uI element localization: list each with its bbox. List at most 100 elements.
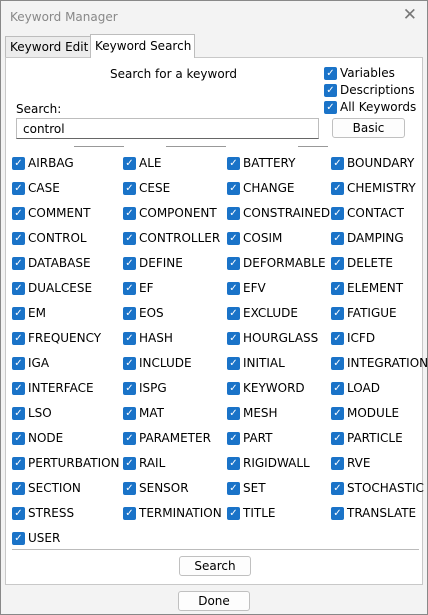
checkmark-icon: ✓	[12, 532, 25, 545]
checkmark-icon: ✓	[227, 207, 240, 220]
checkmark-icon: ✓	[331, 282, 344, 295]
divider	[12, 549, 419, 550]
keyword-checkbox-exclude[interactable]: ✓ EXCLUDE	[227, 305, 298, 321]
keyword-checkbox-damping[interactable]: ✓ DAMPING	[331, 230, 404, 246]
keyword-checkbox-stochastic[interactable]: ✓ STOCHASTIC	[331, 480, 424, 496]
keyword-checkbox-icfd[interactable]: ✓ ICFD	[331, 330, 375, 346]
keyword-checkbox-deformable[interactable]: ✓ DEFORMABLE	[227, 255, 326, 271]
checkmark-icon: ✓	[331, 157, 344, 170]
keyword-label: RIGIDWALL	[243, 456, 310, 470]
tab-keyword-edit[interactable]: Keyword Edit	[5, 36, 91, 57]
keyword-checkbox-node[interactable]: ✓ NODE	[12, 430, 63, 446]
keyword-label: RAIL	[139, 456, 166, 470]
keyword-checkbox-contact[interactable]: ✓ CONTACT	[331, 205, 404, 221]
keyword-checkbox-include[interactable]: ✓ INCLUDE	[123, 355, 192, 371]
keyword-checkbox-translate[interactable]: ✓ TRANSLATE	[331, 505, 416, 521]
keyword-checkbox-ale[interactable]: ✓ ALE	[123, 155, 161, 171]
keyword-label: BOUNDARY	[347, 156, 415, 170]
keyword-checkbox-frequency[interactable]: ✓ FREQUENCY	[12, 330, 101, 346]
keyword-checkbox-load[interactable]: ✓ LOAD	[331, 380, 380, 396]
keyword-checkbox-termination[interactable]: ✓ TERMINATION	[123, 505, 222, 521]
keyword-label: KEYWORD	[243, 381, 305, 395]
keyword-checkbox-ef[interactable]: ✓ EF	[123, 280, 153, 296]
keyword-checkbox-element[interactable]: ✓ ELEMENT	[331, 280, 403, 296]
keyword-checkbox-component[interactable]: ✓ COMPONENT	[123, 205, 217, 221]
keyword-checkbox-stress[interactable]: ✓ STRESS	[12, 505, 74, 521]
keyword-checkbox-battery[interactable]: ✓ BATTERY	[227, 155, 295, 171]
keyword-checkbox-hash[interactable]: ✓ HASH	[123, 330, 173, 346]
keyword-checkbox-rail[interactable]: ✓ RAIL	[123, 455, 165, 471]
checkmark-icon: ✓	[227, 432, 240, 445]
keyword-label: STRESS	[28, 506, 75, 520]
keyword-checkbox-set[interactable]: ✓ SET	[227, 480, 266, 496]
checkmark-icon: ✓	[12, 307, 25, 320]
basic-button[interactable]: Basic	[332, 118, 405, 138]
keyword-checkbox-integration[interactable]: ✓ INTEGRATION	[331, 355, 428, 371]
keyword-checkbox-parameter[interactable]: ✓ PARAMETER	[123, 430, 211, 446]
keyword-checkbox-interface[interactable]: ✓ INTERFACE	[12, 380, 94, 396]
checkmark-icon: ✓	[227, 507, 240, 520]
keyword-checkbox-eos[interactable]: ✓ EOS	[123, 305, 164, 321]
keyword-checkbox-lso[interactable]: ✓ LSO	[12, 405, 52, 421]
search-button[interactable]: Search	[179, 556, 251, 576]
keyword-checkbox-rve[interactable]: ✓ RVE	[331, 455, 370, 471]
keyword-checkbox-efv[interactable]: ✓ EFV	[227, 280, 266, 296]
keyword-label: MODULE	[347, 406, 400, 420]
keyword-checkbox-cosim[interactable]: ✓ COSIM	[227, 230, 282, 246]
keyword-checkbox-keyword[interactable]: ✓ KEYWORD	[227, 380, 305, 396]
keyword-label: SECTION	[28, 481, 81, 495]
keyword-checkbox-part[interactable]: ✓ PART	[227, 430, 272, 446]
checkmark-icon: ✓	[123, 507, 136, 520]
keyword-label: PERTURBATION	[28, 456, 120, 470]
keyword-checkbox-controller[interactable]: ✓ CONTROLLER	[123, 230, 220, 246]
keyword-label: EFV	[243, 281, 266, 295]
keyword-checkbox-delete[interactable]: ✓ DELETE	[331, 255, 393, 271]
keyword-checkbox-control[interactable]: ✓ CONTROL	[12, 230, 87, 246]
keyword-checkbox-ispg[interactable]: ✓ ISPG	[123, 380, 167, 396]
all-keywords-checkbox[interactable]: ✓ All Keywords	[324, 100, 416, 114]
keyword-checkbox-rigidwall[interactable]: ✓ RIGIDWALL	[227, 455, 310, 471]
keyword-label: RVE	[347, 456, 371, 470]
keyword-checkbox-change[interactable]: ✓ CHANGE	[227, 180, 294, 196]
keyword-checkbox-cese[interactable]: ✓ CESE	[123, 180, 170, 196]
keyword-checkbox-hourglass[interactable]: ✓ HOURGLASS	[227, 330, 318, 346]
keyword-checkbox-dualcese[interactable]: ✓ DUALCESE	[12, 280, 92, 296]
keyword-checkbox-airbag[interactable]: ✓ AIRBAG	[12, 155, 74, 171]
all-keywords-label: All Keywords	[340, 100, 417, 114]
checkmark-icon: ✓	[331, 232, 344, 245]
tab-keyword-search[interactable]: Keyword Search	[90, 34, 195, 58]
keyword-checkbox-fatigue[interactable]: ✓ FATIGUE	[331, 305, 397, 321]
descriptions-checkbox[interactable]: ✓ Descriptions	[324, 83, 415, 97]
keyword-checkbox-iga[interactable]: ✓ IGA	[12, 355, 49, 371]
keyword-label: DELETE	[347, 256, 394, 270]
keyword-checkbox-database[interactable]: ✓ DATABASE	[12, 255, 91, 271]
keyword-label: COSIM	[243, 231, 283, 245]
keyword-checkbox-initial[interactable]: ✓ INITIAL	[227, 355, 285, 371]
keyword-checkbox-boundary[interactable]: ✓ BOUNDARY	[331, 155, 414, 171]
keyword-checkbox-particle[interactable]: ✓ PARTICLE	[331, 430, 403, 446]
keyword-checkbox-define[interactable]: ✓ DEFINE	[123, 255, 183, 271]
keyword-checkbox-perturbation[interactable]: ✓ PERTURBATION	[12, 455, 120, 471]
keyword-checkbox-case[interactable]: ✓ CASE	[12, 180, 60, 196]
keyword-label: TRANSLATE	[347, 506, 417, 520]
keyword-checkbox-title[interactable]: ✓ TITLE	[227, 505, 275, 521]
keyword-checkbox-user[interactable]: ✓ USER	[12, 530, 60, 546]
keyword-checkbox-em[interactable]: ✓ EM	[12, 305, 46, 321]
keyword-checkbox-constrained[interactable]: ✓ CONSTRAINED	[227, 205, 330, 221]
keyword-checkbox-section[interactable]: ✓ SECTION	[12, 480, 81, 496]
checkmark-icon: ✓	[123, 157, 136, 170]
close-icon[interactable]: ✕	[403, 7, 417, 24]
keyword-checkbox-chemistry[interactable]: ✓ CHEMISTRY	[331, 180, 416, 196]
keyword-checkbox-comment[interactable]: ✓ COMMENT	[12, 205, 90, 221]
keyword-checkbox-mat[interactable]: ✓ MAT	[123, 405, 164, 421]
checkmark-icon: ✓	[123, 182, 136, 195]
keyword-checkbox-sensor[interactable]: ✓ SENSOR	[123, 480, 189, 496]
keyword-checkbox-mesh[interactable]: ✓ MESH	[227, 405, 278, 421]
checkmark-icon: ✓	[123, 382, 136, 395]
keyword-label: CHANGE	[243, 181, 295, 195]
keyword-checkbox-module[interactable]: ✓ MODULE	[331, 405, 399, 421]
search-input[interactable]	[16, 118, 319, 139]
variables-checkbox[interactable]: ✓ Variables	[324, 66, 395, 80]
checkmark-icon: ✓	[123, 207, 136, 220]
done-button[interactable]: Done	[178, 591, 250, 611]
